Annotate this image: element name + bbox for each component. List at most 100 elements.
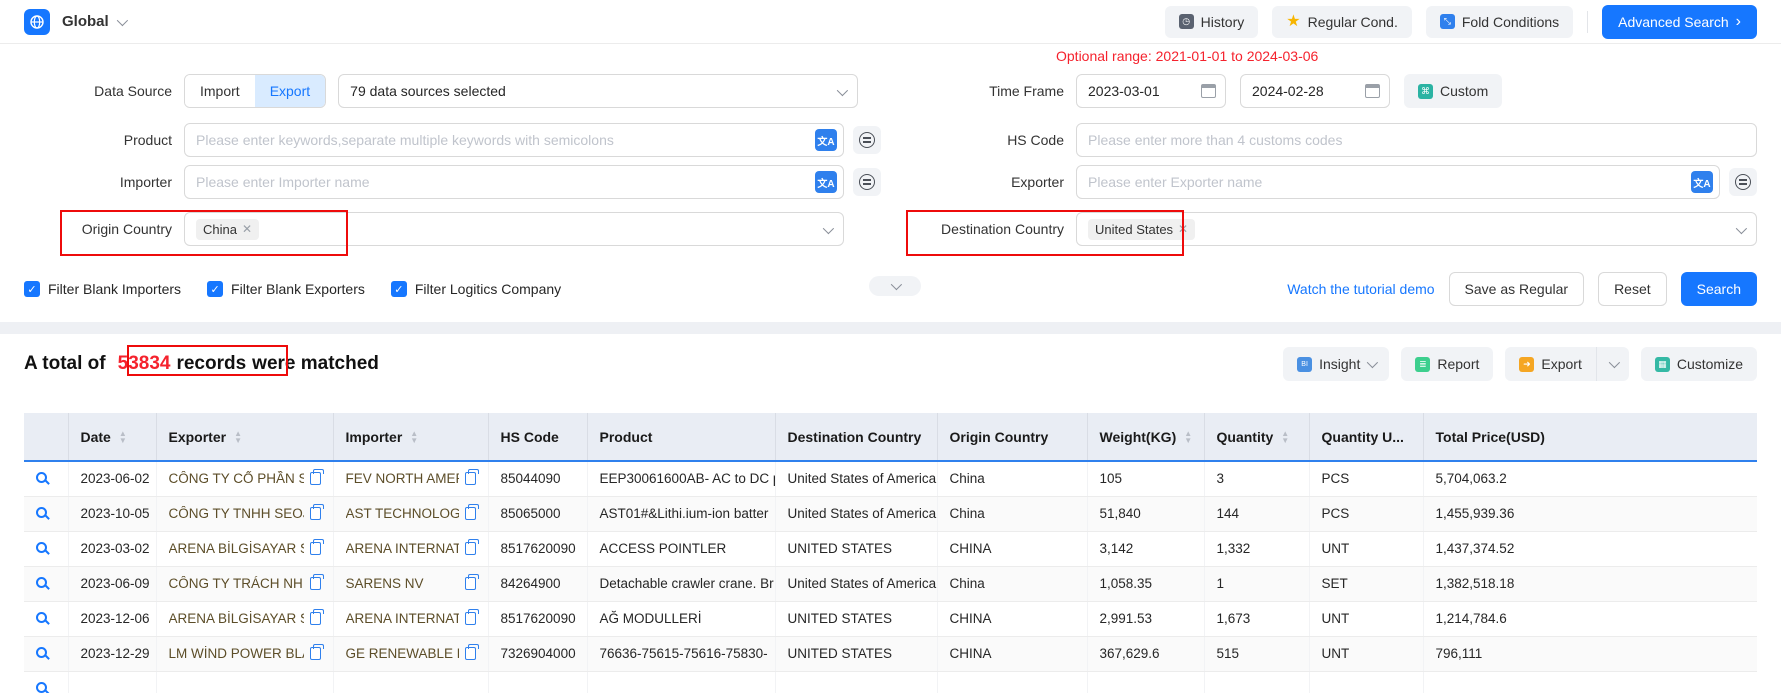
copy-icon[interactable] (465, 472, 476, 485)
row-detail-search-icon[interactable] (36, 647, 47, 658)
insight-button[interactable]: BI Insight (1283, 347, 1389, 381)
cell-origin-country: CHINA (937, 636, 1087, 671)
date-from-input[interactable]: 2023-03-01 (1076, 74, 1226, 108)
export-options-button[interactable] (1596, 347, 1629, 381)
sort-icon[interactable]: ▲▼ (234, 430, 242, 444)
company-name[interactable]: LM WİND POWER BLA (169, 646, 304, 661)
sort-icon[interactable]: ▲▼ (1184, 430, 1192, 444)
optional-range-hint: Optional range: 2021-01-01 to 2024-03-06 (1056, 48, 1318, 64)
column-header[interactable]: Quantity▲▼ (1204, 413, 1309, 461)
translate-icon[interactable]: 文A (815, 129, 837, 151)
remove-tag-icon[interactable]: ✕ (242, 222, 252, 236)
regular-cond-button[interactable]: ★ Regular Cond. (1272, 6, 1412, 38)
cell-weight: 3,142 (1087, 531, 1204, 566)
match-mode-button[interactable] (853, 126, 881, 154)
importer-input[interactable] (184, 165, 844, 199)
match-mode-button[interactable] (853, 168, 881, 196)
company-name[interactable]: GE RENEWABLE E (346, 646, 459, 661)
column-header-label: Weight(KG) (1100, 429, 1177, 445)
sort-icon[interactable]: ▲▼ (119, 430, 127, 444)
copy-icon[interactable] (310, 507, 321, 520)
destination-country-select[interactable]: United States ✕ (1076, 212, 1757, 246)
cell-total-price: 796,111 (1423, 636, 1757, 671)
hs-code-input[interactable] (1076, 123, 1757, 157)
search-button[interactable]: Search (1681, 272, 1757, 306)
company-name[interactable]: ARENA INTERNATI (346, 541, 459, 556)
company-name[interactable]: CÔNG TY TNHH SEOJI (169, 506, 304, 521)
cell-origin-country: China (937, 496, 1087, 531)
cell-quantity-unit: SET (1309, 566, 1423, 601)
row-detail-search-icon[interactable] (36, 472, 47, 483)
row-detail-search-icon[interactable] (36, 542, 47, 553)
company-name[interactable]: AST TECHNOLOGI (346, 506, 459, 521)
cell-hs-code: 85065000 (488, 496, 587, 531)
match-mode-button[interactable] (1729, 168, 1757, 196)
copy-icon[interactable] (465, 507, 476, 520)
row-detail-search-icon[interactable] (36, 577, 47, 588)
company-name[interactable]: CÔNG TY CỔ PHẦN SẢ (169, 471, 304, 486)
row-detail-search-icon[interactable] (36, 612, 47, 623)
copy-icon[interactable] (310, 647, 321, 660)
table-row-partial (24, 671, 1757, 693)
reset-button[interactable]: Reset (1598, 272, 1667, 306)
copy-icon[interactable] (465, 542, 476, 555)
sort-icon[interactable]: ▲▼ (1281, 430, 1289, 444)
product-input[interactable] (184, 123, 844, 157)
company-name[interactable]: SARENS NV (346, 576, 459, 591)
column-header[interactable]: Date▲▼ (68, 413, 156, 461)
copy-icon[interactable] (310, 542, 321, 555)
checkbox-label: Filter Logitics Company (415, 281, 561, 297)
company-name[interactable]: ARENA BİLGİSAYAR S (169, 541, 304, 556)
sort-icon[interactable]: ▲▼ (410, 430, 418, 444)
tutorial-demo-link[interactable]: Watch the tutorial demo (1287, 281, 1434, 297)
filter-checkbox[interactable]: ✓Filter Blank Exporters (207, 281, 365, 297)
copy-icon[interactable] (310, 577, 321, 590)
cell-importer: SARENS NV (333, 566, 488, 601)
filter-checkbox[interactable]: ✓Filter Logitics Company (391, 281, 561, 297)
trade-search-page: Global ◷ History ★ Regular Cond. ⤡ Fold … (0, 0, 1781, 693)
copy-icon[interactable] (310, 612, 321, 625)
copy-icon[interactable] (310, 472, 321, 485)
region-chevron-down-icon[interactable] (116, 14, 127, 25)
company-name[interactable]: ARENA BİLGİSAYAR S (169, 611, 304, 626)
date-to-input[interactable]: 2024-02-28 (1240, 74, 1390, 108)
cell-product: ACCESS POINTLER (587, 531, 775, 566)
cell-product: Detachable crawler crane. Br (587, 566, 775, 601)
cell-hs-code: 85044090 (488, 461, 587, 496)
translate-icon[interactable]: 文A (815, 171, 837, 193)
hs-code-label: HS Code (924, 132, 1064, 148)
translate-icon[interactable]: 文A (1691, 171, 1713, 193)
export-button[interactable]: ➜ Export (1505, 347, 1595, 381)
company-name[interactable]: CÔNG TY TRÁCH NHIÊ (169, 576, 304, 591)
column-header[interactable]: Exporter▲▼ (156, 413, 333, 461)
export-tab[interactable]: Export (255, 75, 325, 107)
customize-button[interactable]: ▦ Customize (1641, 347, 1757, 381)
exporter-input[interactable] (1076, 165, 1720, 199)
copy-icon[interactable] (465, 647, 476, 660)
chevron-down-icon (823, 223, 834, 234)
row-detail-search-icon[interactable] (36, 682, 47, 693)
copy-icon[interactable] (465, 577, 476, 590)
custom-range-button[interactable]: ⌘ Custom (1404, 74, 1502, 108)
collapse-conditions-button[interactable] (869, 276, 921, 296)
company-name[interactable]: ARENA INTERNATI (346, 611, 459, 626)
company-name[interactable]: FEV NORTH AMERI (346, 471, 459, 486)
advanced-search-button[interactable]: Advanced Search › (1602, 5, 1757, 39)
column-header[interactable]: Importer▲▼ (333, 413, 488, 461)
region-selector-label: Global (62, 13, 109, 30)
report-button[interactable]: ≣ Report (1401, 347, 1493, 381)
star-icon: ★ (1286, 14, 1300, 30)
filter-checkbox[interactable]: ✓Filter Blank Importers (24, 281, 181, 297)
copy-icon[interactable] (465, 612, 476, 625)
column-header[interactable]: Weight(KG) ▲▼ (1087, 413, 1204, 461)
cell-exporter: ARENA BİLGİSAYAR S (156, 601, 333, 636)
save-as-regular-button[interactable]: Save as Regular (1449, 272, 1585, 306)
history-button[interactable]: ◷ History (1165, 6, 1259, 38)
data-sources-select[interactable]: 79 data sources selected (338, 74, 858, 108)
import-tab[interactable]: Import (185, 75, 255, 107)
cell-quantity: 3 (1204, 461, 1309, 496)
origin-country-select[interactable]: China ✕ (184, 212, 844, 246)
row-detail-search-icon[interactable] (36, 507, 47, 518)
fold-conditions-button[interactable]: ⤡ Fold Conditions (1426, 6, 1573, 38)
remove-tag-icon[interactable]: ✕ (1178, 222, 1188, 236)
